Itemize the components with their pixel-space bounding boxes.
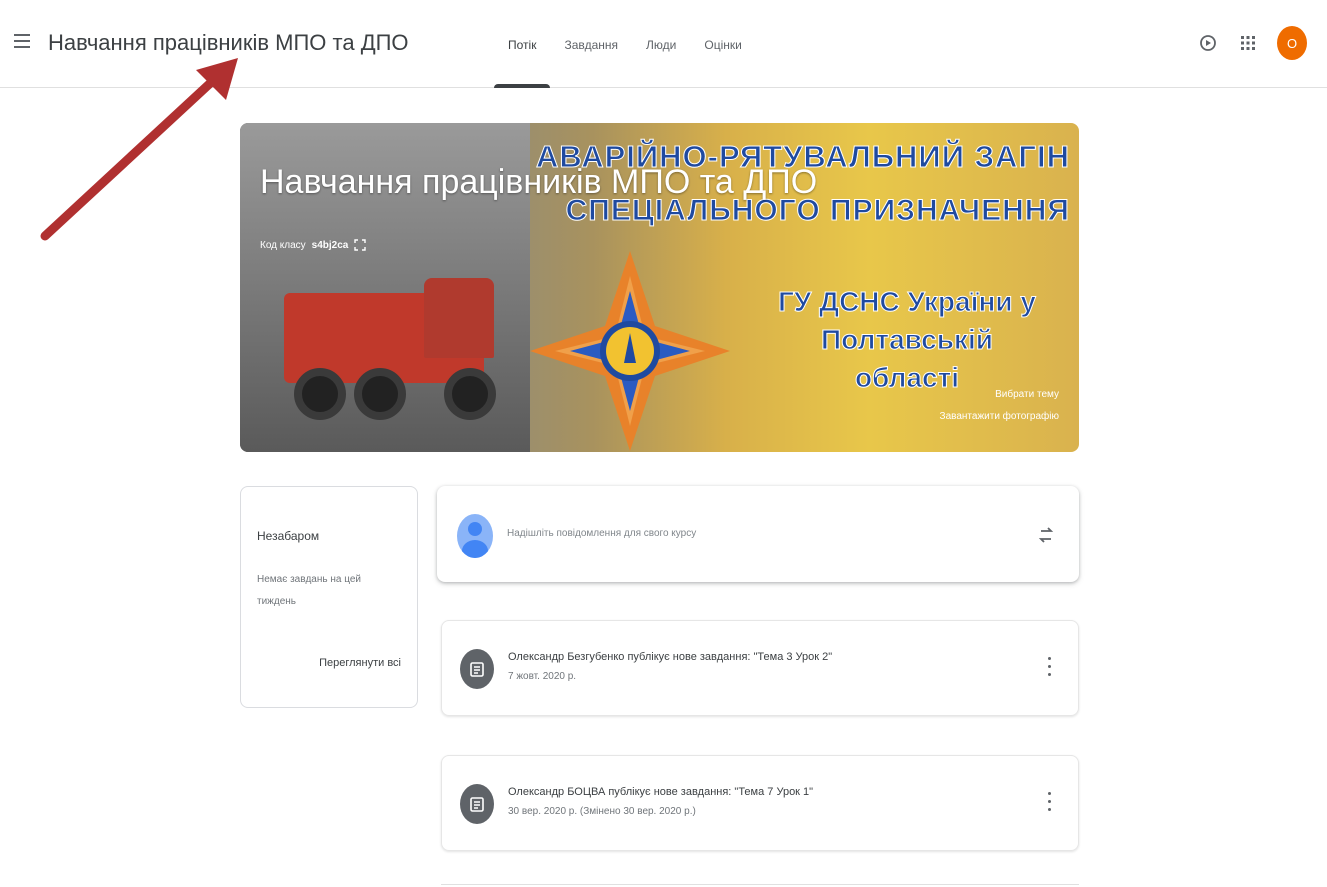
upload-photo-link[interactable]: Завантажити фотографію <box>940 406 1059 428</box>
tab-bar: Потік Завдання Люди Оцінки <box>494 0 756 88</box>
apps-grid-icon[interactable] <box>1237 32 1259 54</box>
top-app-bar: Навчання працівників МПО та ДПО Потік За… <box>0 0 1327 88</box>
stream-post[interactable]: Олександр БОЦВА публікує нове завдання: … <box>441 755 1079 851</box>
more-options-icon[interactable] <box>1046 657 1052 679</box>
post-text: Олександр БОЦВА публікує нове завдання: … <box>508 786 814 798</box>
class-code-label: Код класу <box>260 239 306 251</box>
banner-region-line1: ГУ ДСНС України у Полтавській <box>778 286 1037 356</box>
user-avatar <box>457 514 493 558</box>
upcoming-card: Незабаром Немає завдань на цей тиждень П… <box>240 486 418 708</box>
repost-icon[interactable] <box>1037 524 1055 546</box>
top-icons: О <box>1197 26 1307 60</box>
emblem-icon <box>530 251 730 451</box>
banner-region: ГУ ДСНС України у Полтавській області <box>757 283 1057 397</box>
banner-links: Вибрати тему Завантажити фотографію <box>940 384 1059 428</box>
tab-classwork[interactable]: Завдання <box>550 0 632 88</box>
fire-truck-image <box>254 273 510 423</box>
assignment-icon <box>460 784 494 824</box>
view-all-link[interactable]: Переглянути всі <box>319 657 401 669</box>
menu-icon[interactable] <box>14 34 30 48</box>
class-code-value: s4bj2ca <box>311 239 349 251</box>
tab-grades[interactable]: Оцінки <box>690 0 755 88</box>
assignment-icon <box>460 649 494 689</box>
course-title[interactable]: Навчання працівників МПО та ДПО <box>48 30 409 56</box>
stream-post[interactable]: Олександр Безгубенко публікує нове завда… <box>441 620 1079 716</box>
fullscreen-icon[interactable] <box>354 239 367 251</box>
post-date: 7 жовт. 2020 р. <box>508 671 577 682</box>
open-in-drive-icon[interactable] <box>1197 32 1219 54</box>
announcement-composer[interactable]: Надішліть повідомлення для свого курсу <box>437 486 1079 582</box>
tab-stream[interactable]: Потік <box>494 0 551 88</box>
select-theme-link[interactable]: Вибрати тему <box>940 384 1059 406</box>
post-text: Олександр Безгубенко публікує нове завда… <box>508 651 833 663</box>
post-date: 30 вер. 2020 р. (Змінено 30 вер. 2020 р.… <box>508 806 696 817</box>
course-banner: АВАРІЙНО-РЯТУВАЛЬНИЙ ЗАГІН СПЕЦІАЛЬНОГО … <box>240 123 1079 452</box>
account-avatar[interactable]: О <box>1277 26 1307 60</box>
banner-course-title: Навчання працівників МПО та ДПО <box>260 163 818 201</box>
upcoming-title: Незабаром <box>257 529 320 543</box>
class-code: Код класу s4bj2ca <box>260 239 367 251</box>
announcement-placeholder[interactable]: Надішліть повідомлення для свого курсу <box>507 528 696 539</box>
more-options-icon[interactable] <box>1046 792 1052 814</box>
upcoming-empty-text: Немає завдань на цей тиждень <box>257 574 361 607</box>
tab-people[interactable]: Люди <box>632 0 690 88</box>
